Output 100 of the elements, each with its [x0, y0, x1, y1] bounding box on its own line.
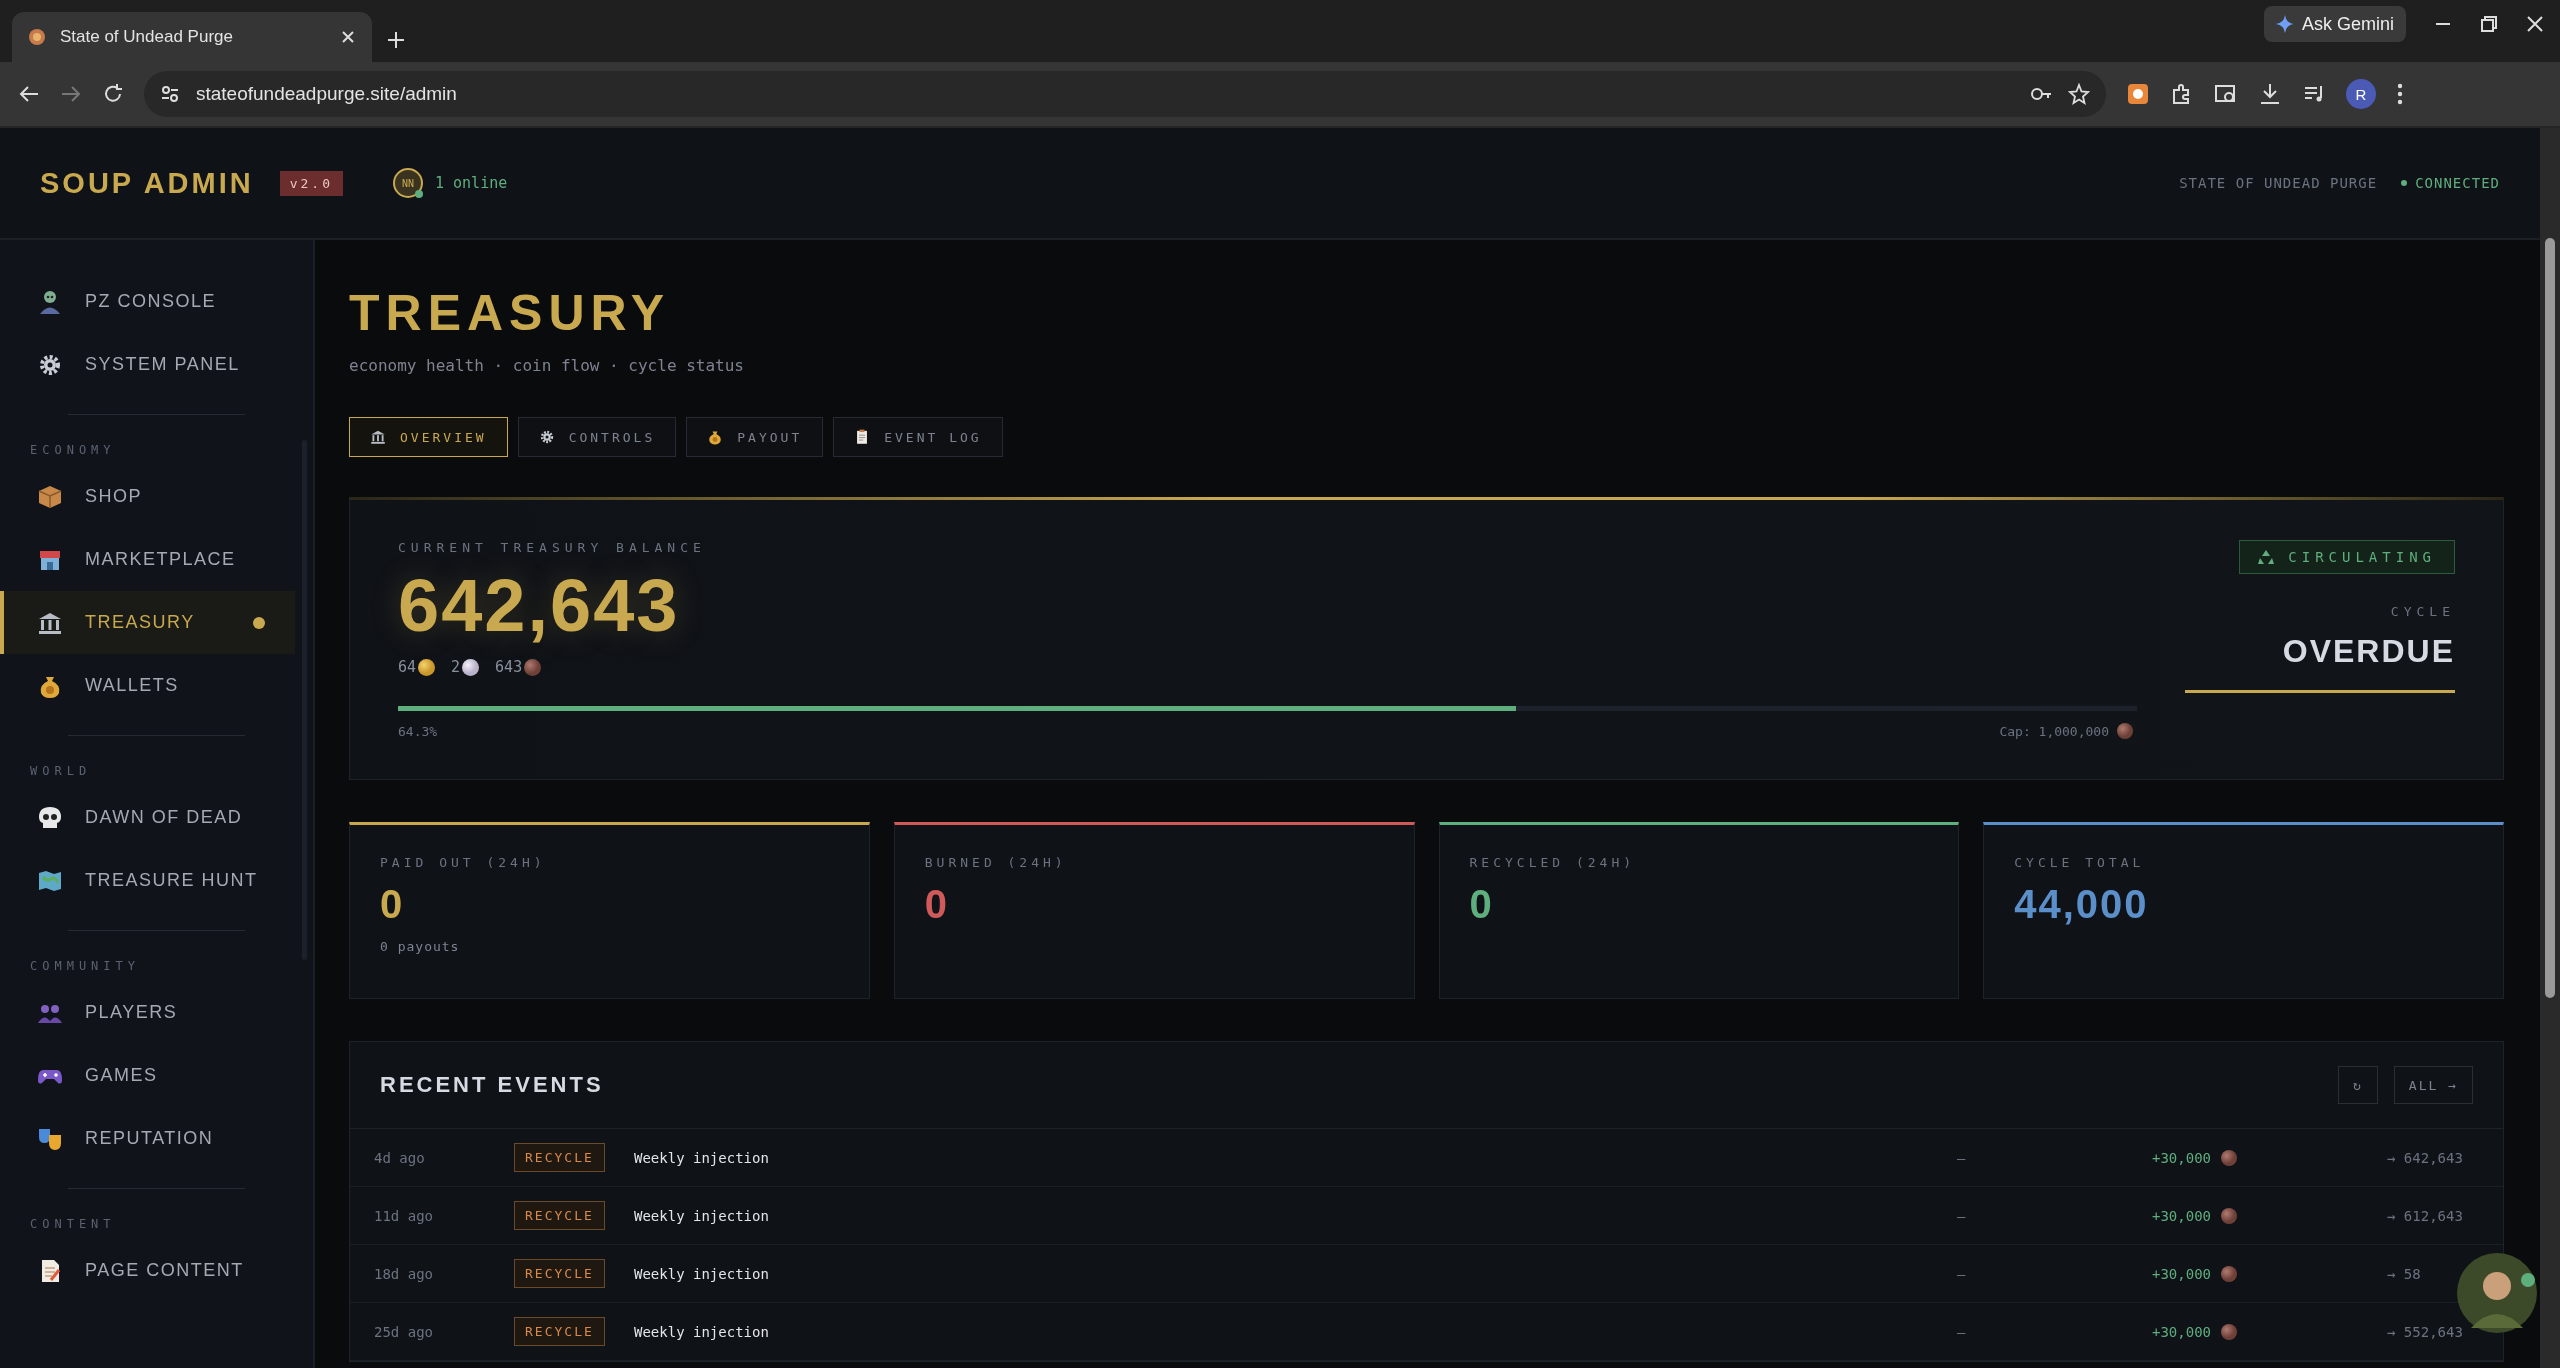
- address-bar[interactable]: stateofundeadpurge.site/admin: [144, 71, 2106, 117]
- event-source: —: [1957, 1265, 1967, 1282]
- event-description: Weekly injection: [633, 1323, 770, 1340]
- bank-icon: [370, 429, 386, 445]
- close-icon[interactable]: [340, 29, 356, 45]
- event-amount: +30,000: [2152, 1265, 2211, 1282]
- new-tab-icon[interactable]: [386, 30, 406, 50]
- coin-count: 2: [451, 658, 461, 676]
- tab[interactable]: PAYOUT: [686, 417, 824, 457]
- event-source: —: [1957, 1323, 1967, 1340]
- stat-value: 0: [380, 882, 406, 927]
- download-icon[interactable]: [2258, 82, 2282, 106]
- tab[interactable]: CONTROLS: [517, 417, 677, 457]
- stat-value: 44,000: [2014, 882, 2150, 927]
- nav-item[interactable]: SYSTEM PANEL: [0, 333, 295, 396]
- active-indicator: [253, 616, 265, 629]
- section-heading: COMMUNITY: [29, 958, 142, 975]
- version-badge: v2.0: [279, 170, 343, 196]
- tab[interactable]: EVENT LOG: [833, 417, 1003, 457]
- event-time: 18d ago: [374, 1265, 434, 1282]
- panel-title: RECENT EVENTS: [380, 1072, 605, 1098]
- nav-item[interactable]: SHOP: [0, 465, 295, 528]
- nav-item[interactable]: DAWN OF DEAD: [0, 786, 295, 849]
- online-count: 1 online: [435, 174, 508, 192]
- nav-item[interactable]: TREASURY: [0, 591, 295, 654]
- favicon-icon: [28, 28, 46, 46]
- status-badge: CIRCULATING: [2239, 540, 2455, 574]
- stat-label: BURNED (24H): [924, 855, 1068, 870]
- coin-icon: [2117, 723, 2133, 739]
- section-heading: CONTENT: [29, 1216, 117, 1233]
- browser-tab[interactable]: State of Undead Purge: [12, 12, 372, 62]
- coin-icon: [524, 658, 542, 676]
- event-time: 25d ago: [374, 1323, 434, 1340]
- restore-icon[interactable]: [2480, 15, 2498, 33]
- event-type-tag: RECYCLE: [514, 1317, 605, 1346]
- nav-item[interactable]: TREASURE HUNT: [0, 849, 295, 912]
- cycle-label: CYCLE: [2390, 604, 2455, 619]
- box-icon: [37, 483, 63, 510]
- page-subtitle: economy health · coin flow · cycle status: [349, 356, 745, 375]
- page-title: TREASURY: [349, 284, 672, 342]
- nav-item[interactable]: PLAYERS: [0, 981, 295, 1044]
- event-amount: +30,000: [2152, 1207, 2211, 1224]
- nav-item[interactable]: MARKETPLACE: [0, 528, 295, 591]
- money-bag-icon: [707, 429, 724, 445]
- extension-icon[interactable]: [2126, 82, 2150, 106]
- event-amount: +30,000: [2152, 1323, 2211, 1340]
- balance-label: CURRENT TREASURY BALANCE: [398, 540, 707, 555]
- event-description: Weekly injection: [633, 1265, 770, 1282]
- nav-item[interactable]: WALLETS: [0, 654, 295, 717]
- menu-icon[interactable]: [2396, 82, 2404, 106]
- server-name: STATE OF UNDEAD PURGE: [2179, 175, 2378, 191]
- stat-note: 0 payouts: [380, 939, 461, 954]
- event-balance: → 612,643: [2387, 1207, 2463, 1224]
- event-description: Weekly injection: [633, 1207, 770, 1224]
- stat-value: 0: [924, 882, 950, 927]
- gear-icon: [538, 429, 555, 445]
- user-avatar: NN: [393, 168, 423, 198]
- stat-label: PAID OUT (24H): [380, 855, 547, 870]
- balance-amount: 642,643: [398, 563, 680, 648]
- stat-value: 0: [1469, 882, 1495, 927]
- event-amount: +30,000: [2152, 1149, 2211, 1166]
- view-all-button[interactable]: ALL →: [2393, 1066, 2473, 1104]
- connection-status: CONNECTED: [2415, 175, 2500, 191]
- coin-icon: [2221, 1149, 2237, 1166]
- profile-avatar[interactable]: R: [2346, 79, 2376, 109]
- event-type-tag: RECYCLE: [514, 1259, 605, 1288]
- tab[interactable]: OVERVIEW: [349, 417, 508, 457]
- event-balance: → 552,643: [2387, 1323, 2463, 1340]
- nav-item[interactable]: PAGE CONTENT: [0, 1239, 295, 1302]
- nav-item[interactable]: PZ CONSOLE: [0, 270, 295, 333]
- recycle-icon: [2258, 549, 2275, 565]
- nav-item[interactable]: GAMES: [0, 1044, 295, 1107]
- coin-icon: [462, 658, 480, 676]
- refresh-button[interactable]: ↻: [2338, 1066, 2378, 1104]
- event-source: —: [1957, 1149, 1967, 1166]
- site-settings-icon[interactable]: [160, 84, 180, 104]
- coin-count: 643: [495, 658, 523, 676]
- event-balance: → 58: [2387, 1265, 2421, 1282]
- nav-item[interactable]: REPUTATION: [0, 1107, 295, 1170]
- star-icon[interactable]: [2068, 83, 2090, 105]
- close-icon[interactable]: [2526, 15, 2544, 33]
- coin-icon: [2221, 1207, 2237, 1224]
- event-source: —: [1957, 1207, 1967, 1224]
- stat-label: RECYCLED (24H): [1469, 855, 1637, 870]
- app-logo: SOUP ADMIN: [40, 166, 254, 200]
- ask-gemini-button[interactable]: Ask Gemini: [2263, 6, 2406, 42]
- stat-label: CYCLE TOTAL: [2014, 855, 2146, 870]
- event-description: Weekly injection: [633, 1149, 770, 1166]
- section-heading: WORLD: [29, 763, 93, 780]
- coin-count: 64: [398, 658, 417, 676]
- section-heading: ECONOMY: [29, 442, 117, 459]
- scrollbar[interactable]: [2540, 128, 2560, 1368]
- coin-icon: [2221, 1265, 2237, 1282]
- reload-icon[interactable]: [102, 83, 124, 105]
- event-type-tag: RECYCLE: [514, 1201, 605, 1230]
- zombie-icon: [37, 288, 63, 315]
- event-balance: → 642,643: [2387, 1149, 2463, 1166]
- event-time: 4d ago: [374, 1149, 426, 1166]
- sparkle-icon: [2275, 15, 2294, 33]
- event-time: 11d ago: [374, 1207, 434, 1224]
